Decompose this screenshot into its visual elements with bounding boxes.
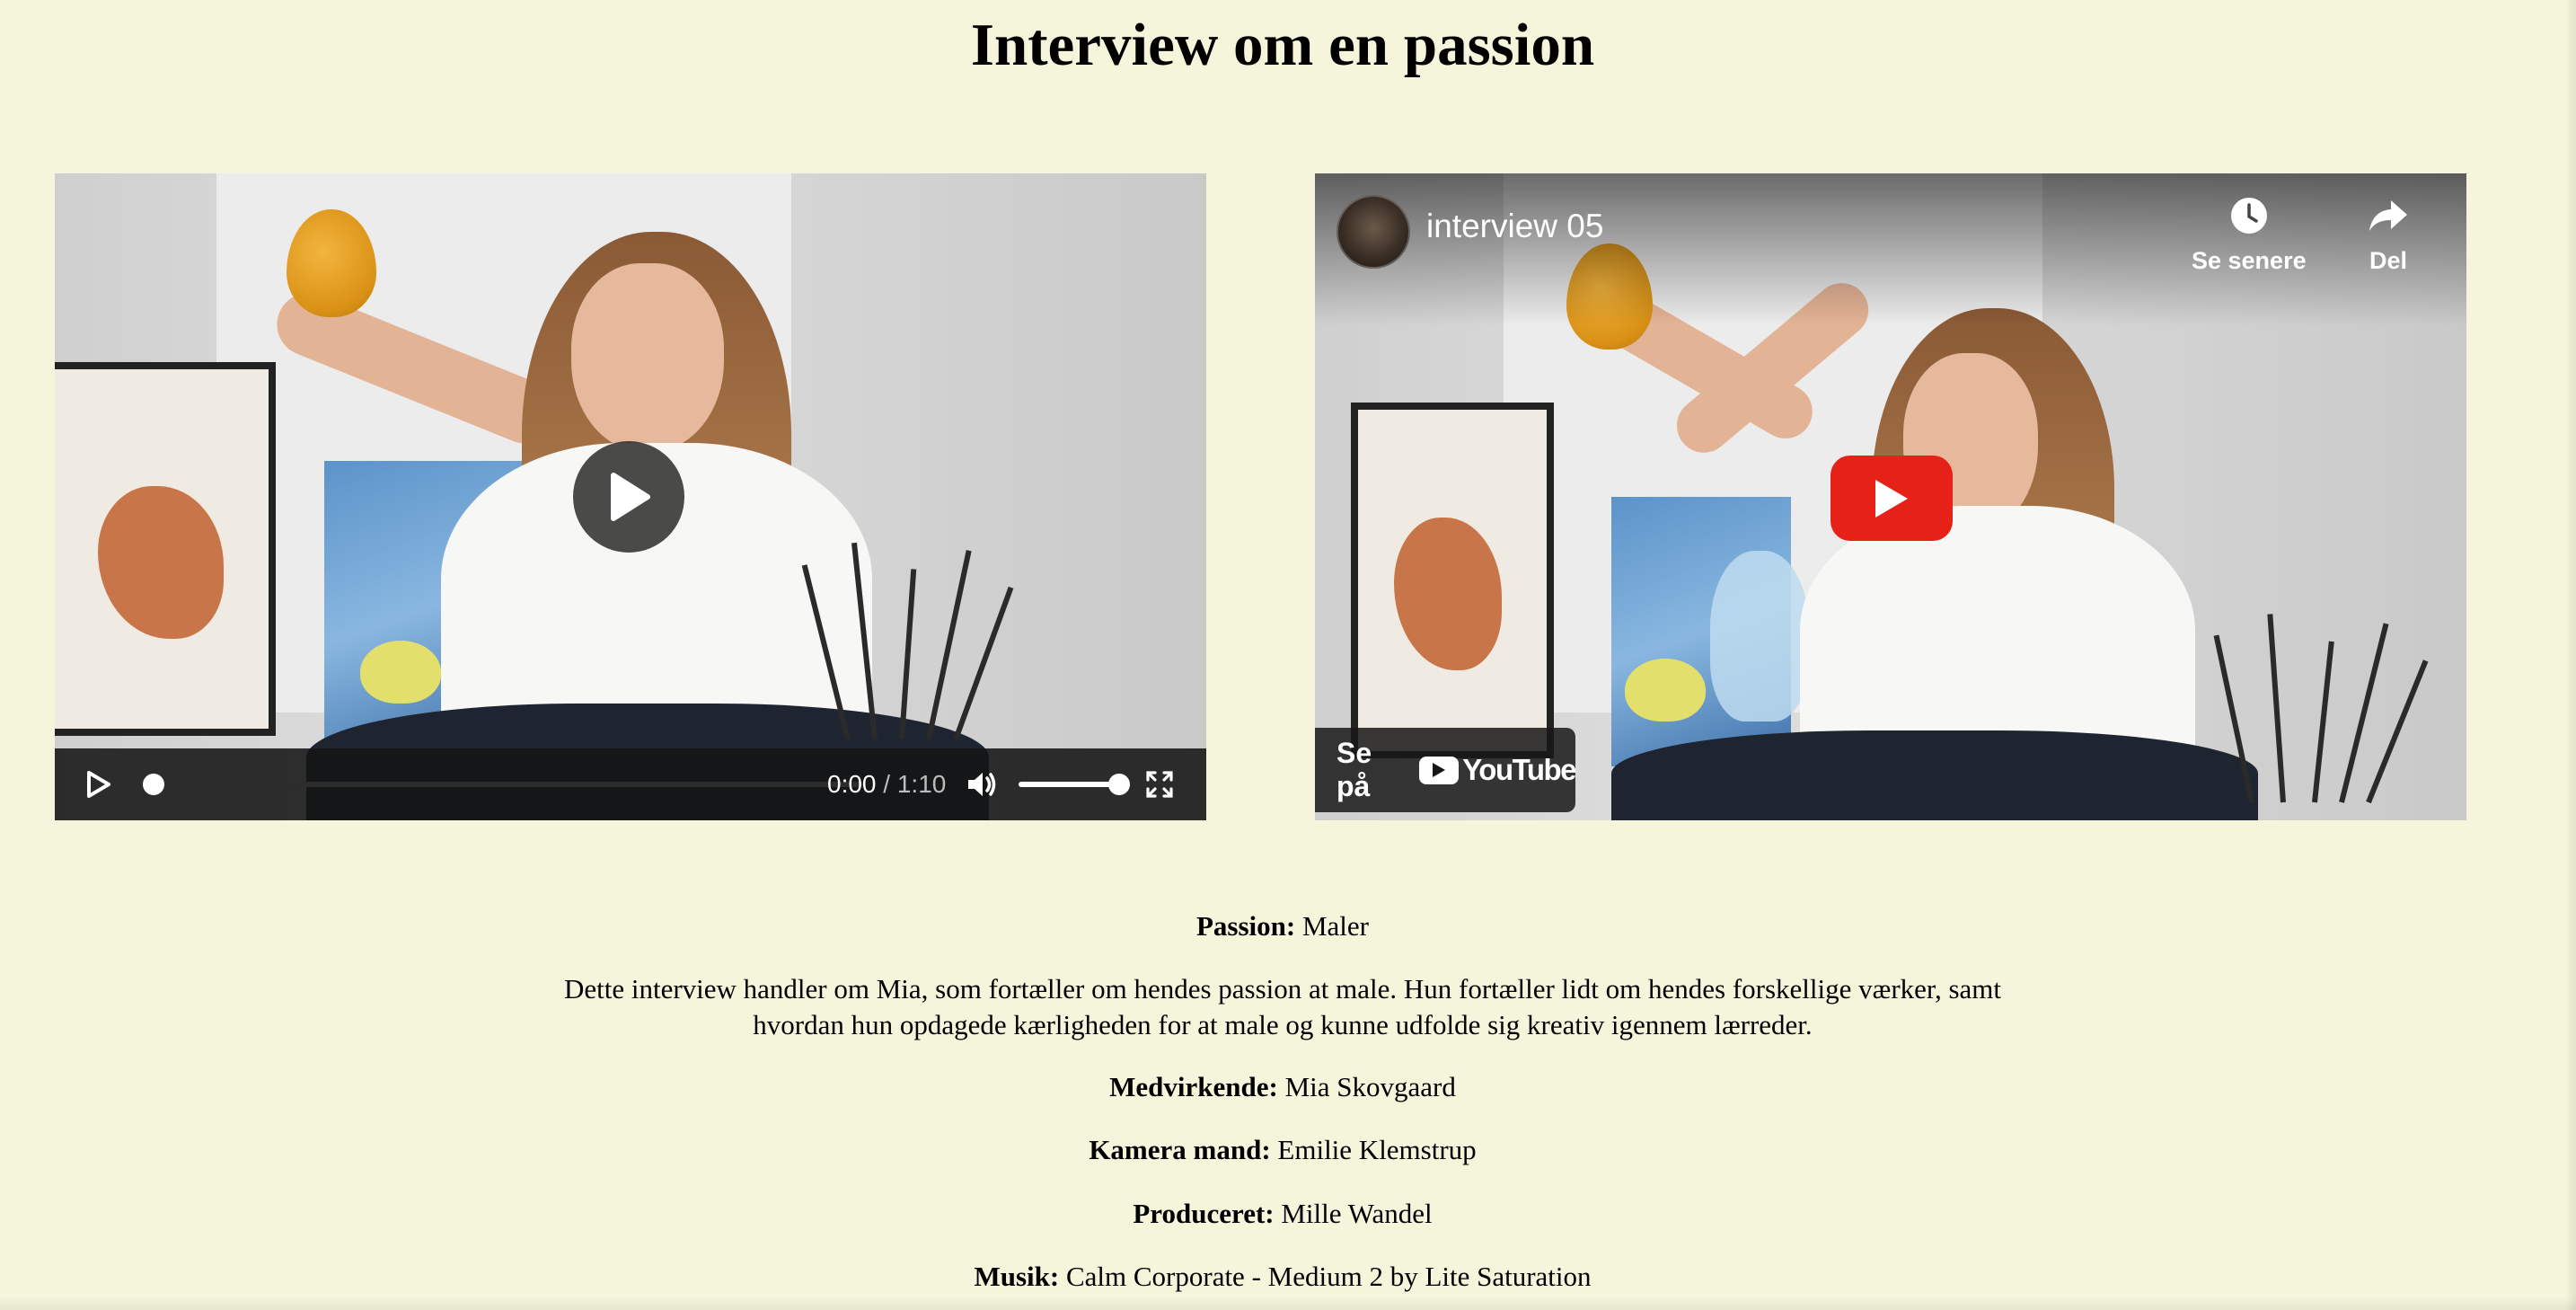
medvirkende-label: Medvirkende:: [1109, 1071, 1278, 1102]
watch-later-button[interactable]: Se senere: [2192, 195, 2307, 275]
passion-label: Passion:: [1195, 910, 1296, 942]
time-current: 0:00: [827, 770, 877, 798]
youtube-play-button[interactable]: [1831, 456, 1953, 541]
play-icon: [611, 473, 650, 521]
time-readout: 0:00 / 1:10: [827, 748, 946, 820]
youtube-play-icon: [1875, 479, 1908, 518]
produceret-value: Mille Wandel: [1274, 1198, 1433, 1229]
play-icon: [87, 771, 110, 798]
time-separator: /: [876, 770, 897, 798]
page-title: Interview om en passion: [970, 12, 1595, 78]
channel-avatar[interactable]: [1337, 195, 1410, 269]
video-controls-bar: 0:00 / 1:10: [55, 748, 1206, 820]
description-paragraph: Dette interview handler om Mia, som fort…: [563, 973, 2002, 1040]
youtube-embed-player[interactable]: interview 05 Se senere Del Se på YouTube: [1315, 173, 2466, 820]
window-edge-shadow: [2565, 0, 2576, 1310]
kamera-value: Emilie Klemstrup: [1270, 1134, 1477, 1165]
produceret-label: Produceret:: [1133, 1198, 1275, 1229]
youtube-top-bar: interview 05 Se senere Del: [1315, 173, 2466, 326]
watch-on-label: Se på: [1337, 737, 1372, 802]
center-play-button[interactable]: [573, 441, 684, 553]
musik-label: Musik:: [974, 1261, 1060, 1292]
share-label: Del: [2369, 247, 2408, 274]
medvirkende-value: Mia Skovgaard: [1277, 1071, 1456, 1102]
fullscreen-button[interactable]: [1142, 766, 1178, 802]
html5-video-player[interactable]: 0:00 / 1:10: [55, 173, 1206, 820]
video-title[interactable]: interview 05: [1426, 208, 1603, 245]
youtube-logo-icon: [1419, 756, 1460, 784]
progress-handle[interactable]: [143, 774, 164, 795]
kamera-label: Kamera mand:: [1089, 1134, 1271, 1165]
clock-icon: [2230, 198, 2267, 234]
watch-later-label: Se senere: [2192, 247, 2307, 274]
window-bottom-shadow: [0, 1296, 2576, 1310]
musik-value: Calm Corporate - Medium 2 by Lite Satura…: [1059, 1261, 1592, 1292]
share-arrow-icon: [2369, 200, 2407, 231]
kamera-line: Kamera mand: Emilie Klemstrup: [0, 1132, 2565, 1168]
progress-slider[interactable]: [143, 774, 863, 795]
youtube-logo-text: YouTube: [1462, 753, 1576, 786]
medvirkende-line: Medvirkende: Mia Skovgaard: [0, 1069, 2565, 1105]
musik-line: Musik: Calm Corporate - Medium 2 by Lite…: [0, 1259, 2565, 1295]
mute-button[interactable]: [962, 765, 1001, 804]
produceret-line: Produceret: Mille Wandel: [0, 1196, 2565, 1232]
fullscreen-icon: [1146, 771, 1173, 798]
volume-icon: [968, 773, 996, 796]
play-button[interactable]: [80, 766, 116, 802]
volume-handle[interactable]: [1108, 774, 1130, 795]
watch-on-youtube-button[interactable]: Se på YouTube: [1315, 728, 1576, 812]
time-total: 1:10: [896, 770, 947, 798]
passion-line: Passion: Maler: [0, 908, 2565, 944]
share-button[interactable]: Del: [2368, 195, 2409, 275]
volume-slider[interactable]: [1019, 774, 1130, 795]
youtube-logo: YouTube: [1419, 753, 1576, 787]
passion-value: Maler: [1295, 910, 1370, 942]
